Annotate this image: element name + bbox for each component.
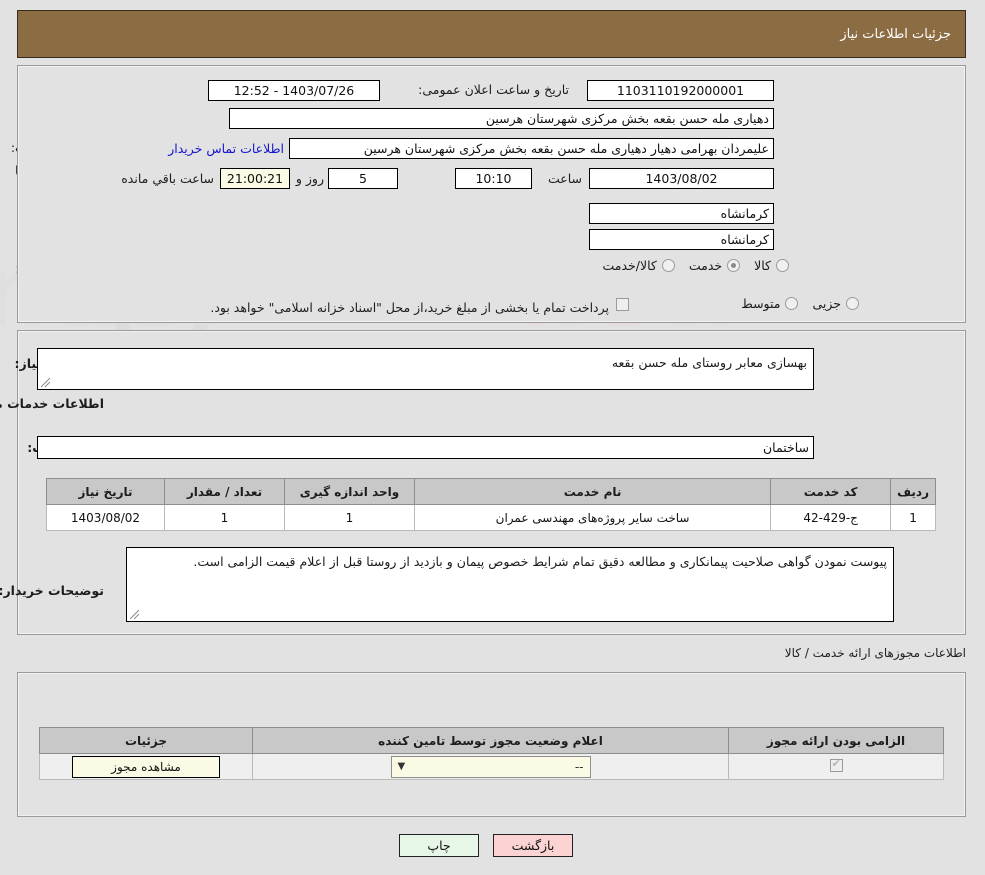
license-status-value: -- [575,759,585,774]
deadline-time-field: 10:10 [456,168,533,189]
items-table-header-row: ردیف کد خدمت نام خدمت واحد اندازه گیری ت… [47,478,937,505]
category-option-kala-khedmat[interactable]: کالا/خدمت [589,258,676,273]
category-option-khedmat[interactable]: خدمت [676,258,742,273]
purchase-radio-group: جزیی متوسط [728,296,860,311]
licenses-th-required: الزامی بودن ارائه مجوز [729,727,945,754]
remaining-days-field: 5 [329,168,399,189]
deadline-date-field: 1403/08/02 [590,168,775,189]
items-table: ردیف کد خدمت نام خدمت واحد اندازه گیری ت… [47,478,937,531]
items-td-code: ج-429-42 [771,504,893,531]
licenses-td-details: مشاهده مجوز [40,753,254,780]
announce-date-label: تاریخ و ساعت اعلان عمومی: [419,82,570,97]
treasury-checkbox[interactable] [617,298,630,311]
table-row: 1 ج-429-42 ساخت سایر پروژه‌های مهندسی عم… [47,504,937,531]
province-field: کرمانشاه [590,203,775,224]
items-th-radif: ردیف [891,478,937,505]
resize-grip-icon[interactable] [131,610,141,620]
items-th-quantity: تعداد / مقدار [165,478,286,505]
items-td-radif: 1 [891,504,937,531]
table-row: ▼ -- مشاهده مجوز [40,753,945,780]
licenses-th-details: جزئیات [40,727,254,754]
general-description-value: بهسازی معابر روستای مله حسن بقعه [612,355,808,370]
purchase-option-jozei-label: جزیی [813,296,842,311]
items-th-name: نام خدمت [414,478,773,505]
license-required-checkbox-icon [830,757,844,772]
buyer-org-field: دهیاری مله حسن بقعه بخش مرکزی شهرستان هر… [230,108,775,129]
general-description-textarea[interactable]: بهسازی معابر روستای مله حسن بقعه [38,348,815,390]
buyer-contact-link[interactable]: اطلاعات تماس خریدار [169,141,285,156]
countdown-label: ساعت باقي مانده [122,171,215,186]
services-heading: اطلاعات خدمات مورد نیاز [0,396,105,411]
city-field: کرمانشاه [590,229,775,250]
category-option-khedmat-label: خدمت [689,258,724,273]
items-th-code: کد خدمت [771,478,893,505]
requester-field: علیمردان بهرامی دهیار دهیاری مله حسن بقع… [290,138,775,159]
page-root: AnaTender .net جزئیات اطلاعات نیاز شماره… [0,0,985,875]
category-radio-group: کالا خدمت کالا/خدمت [589,258,790,273]
treasury-note: پرداخت تمام یا بخشی از مبلغ خرید،از محل … [211,300,610,315]
buyer-notes-label: توضیحات خریدار: [0,583,105,598]
category-option-kala-label: کالا [755,258,772,273]
page-title: جزئیات اطلاعات نیاز [841,26,952,42]
licenses-th-status: اعلام وضعیت مجوز توسط تامین کننده [253,727,730,754]
purchase-option-motavaset-label: متوسط [742,296,782,311]
items-td-quantity: 1 [165,504,286,531]
print-button[interactable]: چاپ [400,834,480,857]
licenses-table: الزامی بودن ارائه مجوز اعلام وضعیت مجوز … [40,727,945,780]
announce-date-field: 1403/07/26 - 12:52 [209,80,381,101]
countdown-field: 21:00:21 [221,168,291,189]
radio-kala-icon[interactable] [777,259,790,272]
remaining-days-label: روز و [296,171,325,186]
items-td-unit: 1 [285,504,416,531]
items-td-name: ساخت سایر پروژه‌های مهندسی عمران [414,504,773,531]
category-option-kala[interactable]: کالا [741,258,790,273]
license-status-select[interactable]: ▼ -- [391,755,592,778]
licenses-td-required [729,753,945,780]
back-button[interactable]: بازگشت [494,834,574,857]
radio-jozei-icon[interactable] [847,297,860,310]
category-option-kala-khedmat-label: کالا/خدمت [603,258,658,273]
licenses-td-status: ▼ -- [253,753,730,780]
buyer-notes-value: پیوست نمودن گواهی صلاحیت پیمانکاری و مطا… [194,554,888,569]
view-license-button[interactable]: مشاهده مجوز [73,755,221,778]
need-info-panel [18,65,967,323]
announce-label-row: تاریخ و ساعت اعلان عمومی: [419,82,570,97]
radio-kala-khedmat-icon[interactable] [662,259,676,272]
items-th-need-date: تاریخ نیاز [47,478,166,505]
chevron-down-icon: ▼ [398,760,407,772]
licenses-table-header-row: الزامی بودن ارائه مجوز اعلام وضعیت مجوز … [40,727,945,754]
items-td-need-date: 1403/08/02 [47,504,166,531]
licenses-heading: اطلاعات مجوزهای ارائه خدمت / کالا [785,646,967,660]
radio-khedmat-icon[interactable] [728,259,742,272]
buyer-notes-textarea[interactable]: پیوست نمودن گواهی صلاحیت پیمانکاری و مطا… [127,547,895,622]
service-group-field: ساختمان [38,436,815,459]
need-number-field: 1103110192000001 [588,80,775,101]
items-th-unit: واحد اندازه گیری [285,478,416,505]
purchase-option-motavaset[interactable]: متوسط [728,296,800,311]
radio-motavaset-icon[interactable] [786,297,800,310]
page-title-bar: جزئیات اطلاعات نیاز [18,10,967,58]
deadline-time-label: ساعت [548,171,583,186]
purchase-option-jozei[interactable]: جزیی [799,296,860,311]
resize-grip-icon[interactable] [42,378,52,388]
